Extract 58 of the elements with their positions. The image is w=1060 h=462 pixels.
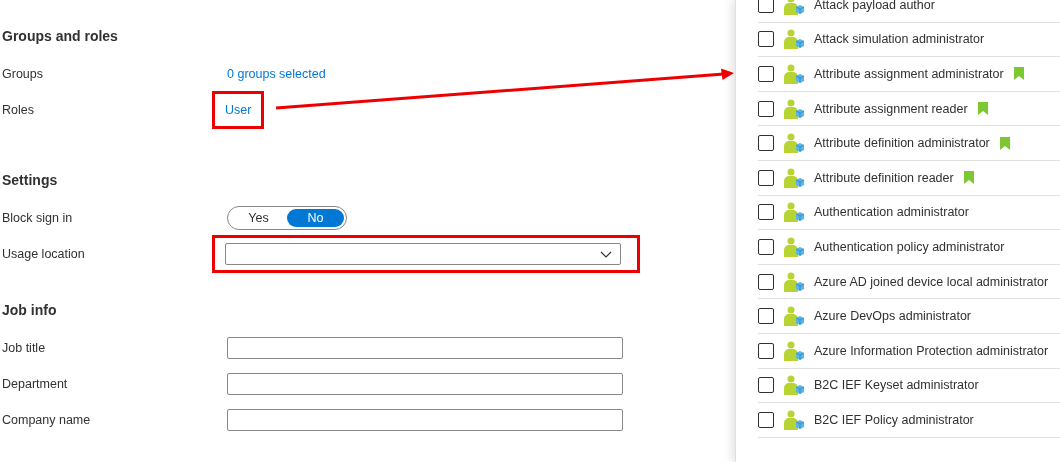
field-label: Roles xyxy=(2,103,35,117)
role-name: Azure DevOps administrator xyxy=(814,309,971,324)
role-name: Authentication administrator xyxy=(814,205,969,220)
role-name: Attribute assignment administrator xyxy=(814,67,1004,81)
field-link[interactable]: User xyxy=(225,103,252,117)
user-role-icon xyxy=(783,271,805,292)
checkbox[interactable] xyxy=(758,238,774,255)
field-label: Usage location xyxy=(2,247,86,261)
checkbox[interactable] xyxy=(758,0,774,13)
chevron-down-icon xyxy=(600,250,612,258)
role-name: B2C IEF Keyset administrator xyxy=(814,378,979,393)
text-field[interactable] xyxy=(227,373,623,395)
user-role-icon xyxy=(783,306,805,327)
user-role-icon xyxy=(783,202,805,223)
checkbox[interactable] xyxy=(758,100,774,117)
checkbox[interactable] xyxy=(758,308,774,325)
checkbox[interactable] xyxy=(758,135,774,152)
checkbox[interactable] xyxy=(758,411,774,428)
text-field[interactable] xyxy=(227,409,623,431)
text-field[interactable] xyxy=(227,337,623,359)
user-role-icon xyxy=(783,340,805,361)
dropdown-field[interactable] xyxy=(225,243,621,265)
user-role-icon xyxy=(783,64,805,84)
section-heading: Job info xyxy=(2,302,58,320)
toggle-option[interactable]: No xyxy=(287,209,344,227)
field-label: Groups xyxy=(2,67,44,81)
user-role-icon xyxy=(783,29,805,50)
user-role-icon xyxy=(783,133,805,154)
role-name: Azure Information Protection administrator xyxy=(814,343,1049,358)
role-name: Authentication policy administrator xyxy=(814,239,1005,254)
checkbox[interactable] xyxy=(758,31,774,48)
user-role-icon xyxy=(783,236,805,257)
role-name: Attribute definition administrator xyxy=(814,136,990,151)
role-name: Attribute definition reader xyxy=(814,170,954,185)
checkbox[interactable] xyxy=(758,273,774,290)
field-label: Job title xyxy=(2,341,47,355)
user-role-icon xyxy=(783,409,805,430)
toggle-option[interactable]: Yes xyxy=(230,209,287,227)
role-name: Attack payload author xyxy=(814,0,935,12)
checkbox[interactable] xyxy=(758,66,774,82)
checkbox[interactable] xyxy=(758,169,774,186)
field-link[interactable]: 0 groups selected xyxy=(227,67,326,81)
section-heading: Settings xyxy=(2,172,59,190)
field-label: Department xyxy=(2,377,69,391)
field-label: Company name xyxy=(2,413,92,427)
role-name: Attack simulation administrator xyxy=(814,32,985,47)
checkbox[interactable] xyxy=(758,342,774,359)
field-label: Block sign in xyxy=(2,211,74,225)
user-role-icon xyxy=(783,0,805,15)
user-role-icon xyxy=(783,167,805,188)
user-role-icon xyxy=(783,98,805,119)
role-name: Azure AD joined device local administrator xyxy=(814,274,1049,289)
checkbox[interactable] xyxy=(758,377,774,394)
role-name: Attribute assignment reader xyxy=(814,101,968,116)
checkbox[interactable] xyxy=(758,204,774,221)
role-name: B2C IEF Policy administrator xyxy=(814,412,974,427)
user-role-icon xyxy=(783,375,805,396)
section-heading: Groups and roles xyxy=(2,28,119,46)
